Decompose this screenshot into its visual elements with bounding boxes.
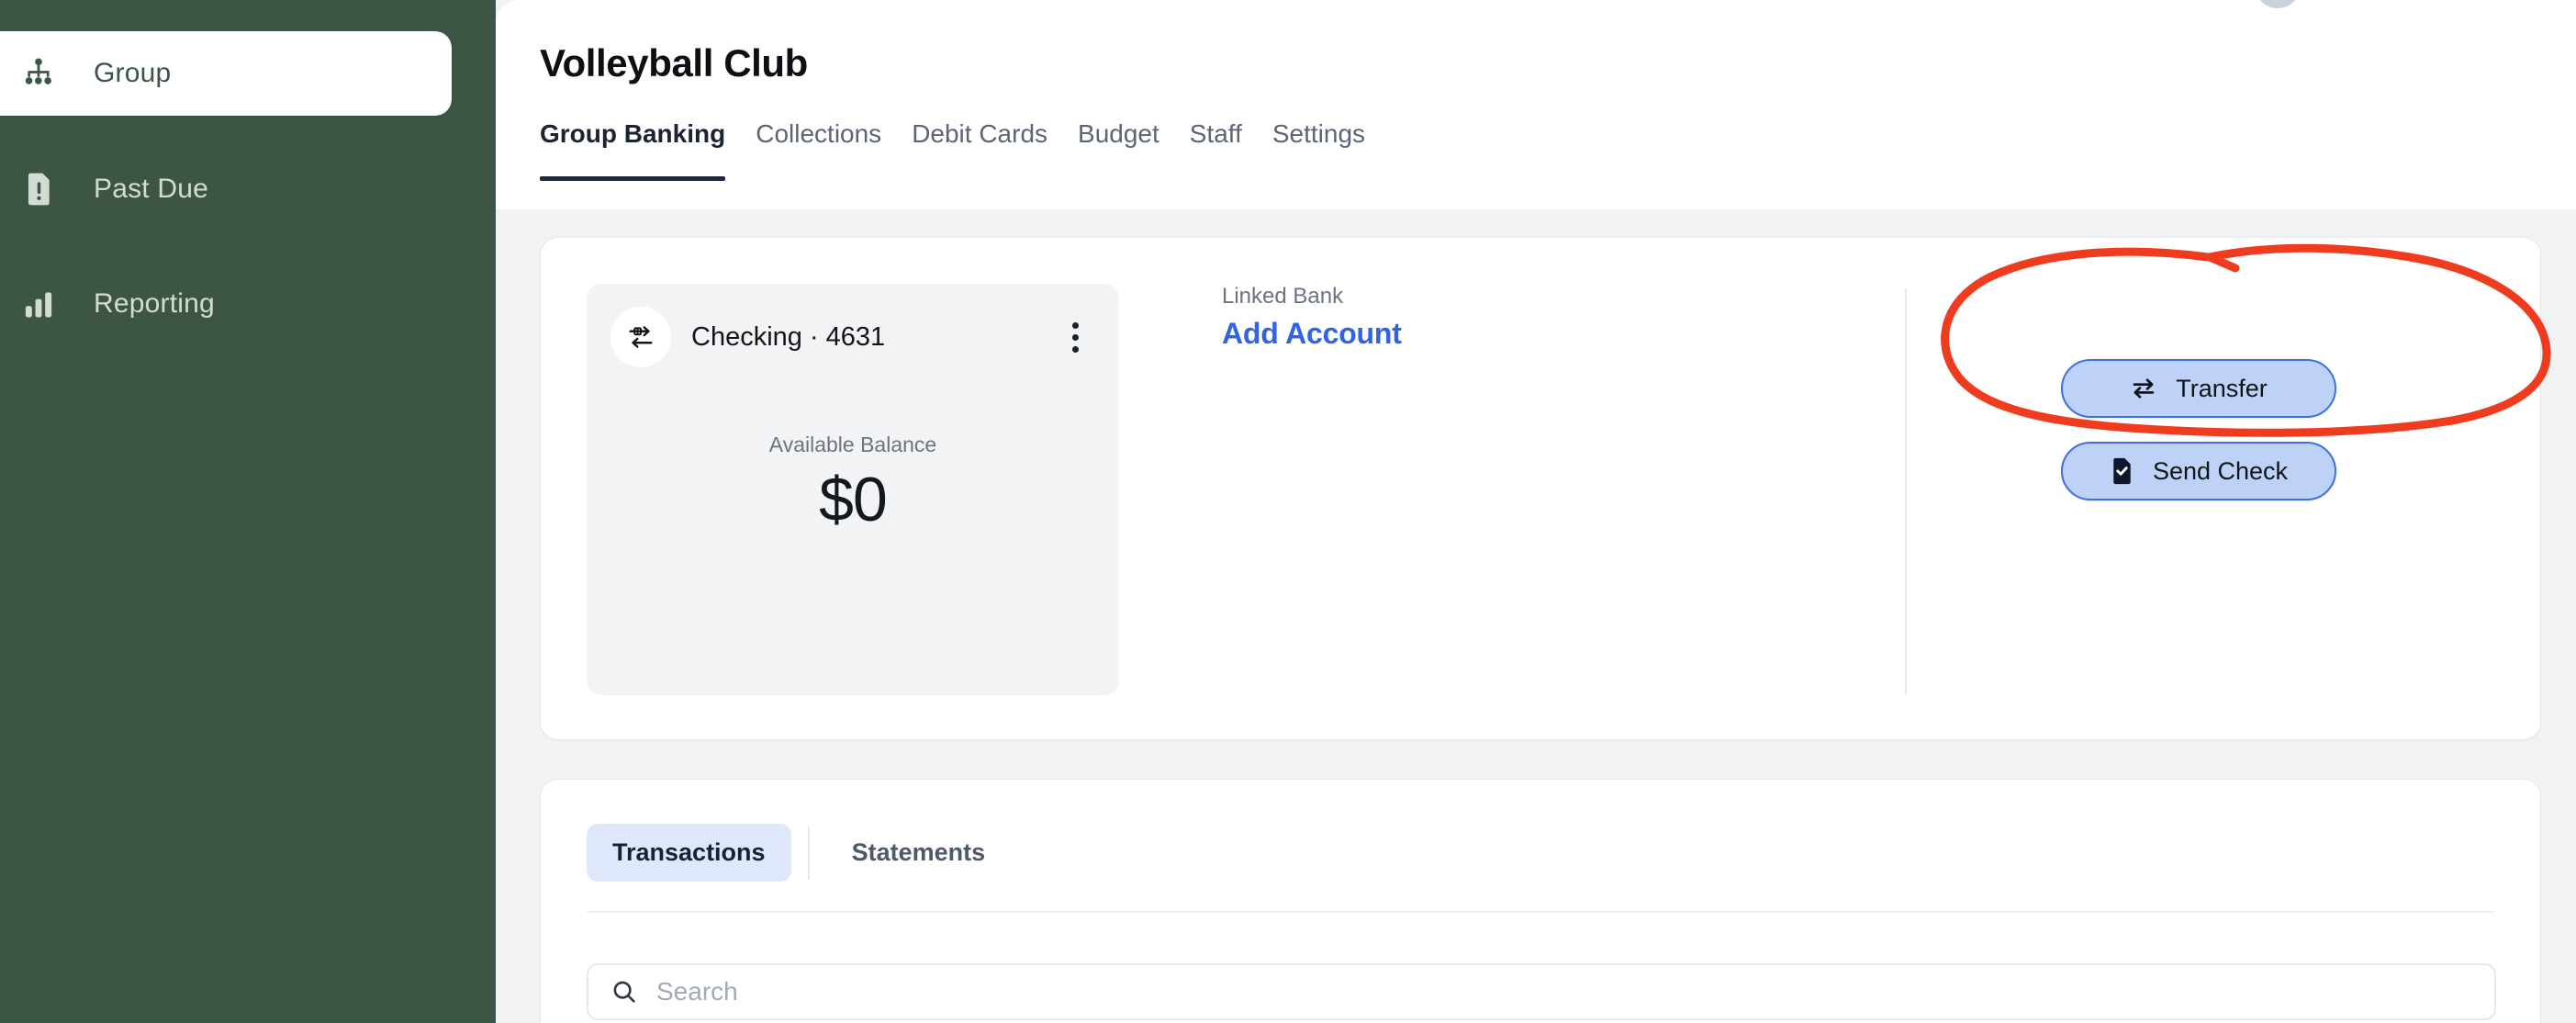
add-account-link[interactable]: Add Account: [1222, 317, 1402, 351]
available-balance-label: Available Balance: [768, 433, 937, 456]
org-chart-icon: [20, 55, 57, 92]
available-balance-value: $0: [819, 465, 888, 534]
account-actions: Transfer Send Check: [2061, 359, 2336, 500]
account-summary-card: Checking · 4631 Available Balance $0 Lin…: [540, 237, 2541, 740]
main-content: Volleyball Club Group Banking Collection…: [496, 0, 2576, 1023]
segment-underline: [587, 911, 2494, 913]
primary-tabs: Group Banking Collections Debit Cards Bu…: [540, 119, 1395, 181]
search-icon: [610, 978, 638, 1006]
app-root: Group Past Due Reporting Volleyball Club…: [0, 0, 2576, 1023]
alert-file-icon: [20, 171, 57, 208]
check-document-icon: [2110, 457, 2134, 485]
tab-debit-cards[interactable]: Debit Cards: [912, 119, 1078, 181]
send-check-button[interactable]: Send Check: [2061, 442, 2336, 500]
account-tile-header: Checking · 4631: [610, 306, 1095, 368]
tab-collections[interactable]: Collections: [756, 119, 912, 181]
sidebar-item-label: Past Due: [94, 174, 208, 204]
linked-bank-label: Linked Bank: [1222, 284, 1344, 309]
tab-transactions[interactable]: Transactions: [587, 824, 791, 882]
page-header: Volleyball Club Group Banking Collection…: [496, 0, 2576, 209]
tab-group-banking[interactable]: Group Banking: [540, 119, 756, 181]
page-title: Volleyball Club: [540, 41, 808, 84]
sidebar: Group Past Due Reporting: [0, 0, 496, 1023]
search-input[interactable]: [656, 977, 2472, 1006]
tab-budget[interactable]: Budget: [1078, 119, 1190, 181]
sidebar-item-past-due[interactable]: Past Due: [0, 147, 208, 231]
search-field[interactable]: [587, 963, 2496, 1020]
segment-divider: [807, 826, 810, 880]
sidebar-item-reporting[interactable]: Reporting: [0, 262, 215, 346]
linked-bank-section: Linked Bank Add Account: [1222, 284, 1402, 351]
bar-chart-icon: [20, 286, 57, 322]
account-options-menu-icon[interactable]: [1055, 317, 1095, 357]
transfer-button[interactable]: Transfer: [2061, 359, 2336, 418]
transactions-card: Transactions Statements: [540, 779, 2541, 1023]
transfer-arrows-icon: [2130, 375, 2157, 402]
tab-statements[interactable]: Statements: [826, 824, 1012, 882]
transactions-segmented-control: Transactions Statements: [587, 824, 1011, 882]
tab-settings[interactable]: Settings: [1272, 119, 1395, 181]
tab-staff[interactable]: Staff: [1190, 119, 1272, 181]
transfer-money-icon: [610, 307, 671, 367]
sidebar-item-label: Group: [94, 58, 172, 88]
vertical-divider: [1905, 288, 1907, 694]
sidebar-item-group[interactable]: Group: [0, 31, 452, 116]
transfer-button-label: Transfer: [2176, 374, 2268, 402]
checking-account-tile[interactable]: Checking · 4631 Available Balance $0: [587, 284, 1119, 695]
send-check-button-label: Send Check: [2152, 456, 2289, 485]
account-name: Checking · 4631: [691, 321, 886, 352]
sidebar-item-label: Reporting: [94, 288, 215, 319]
